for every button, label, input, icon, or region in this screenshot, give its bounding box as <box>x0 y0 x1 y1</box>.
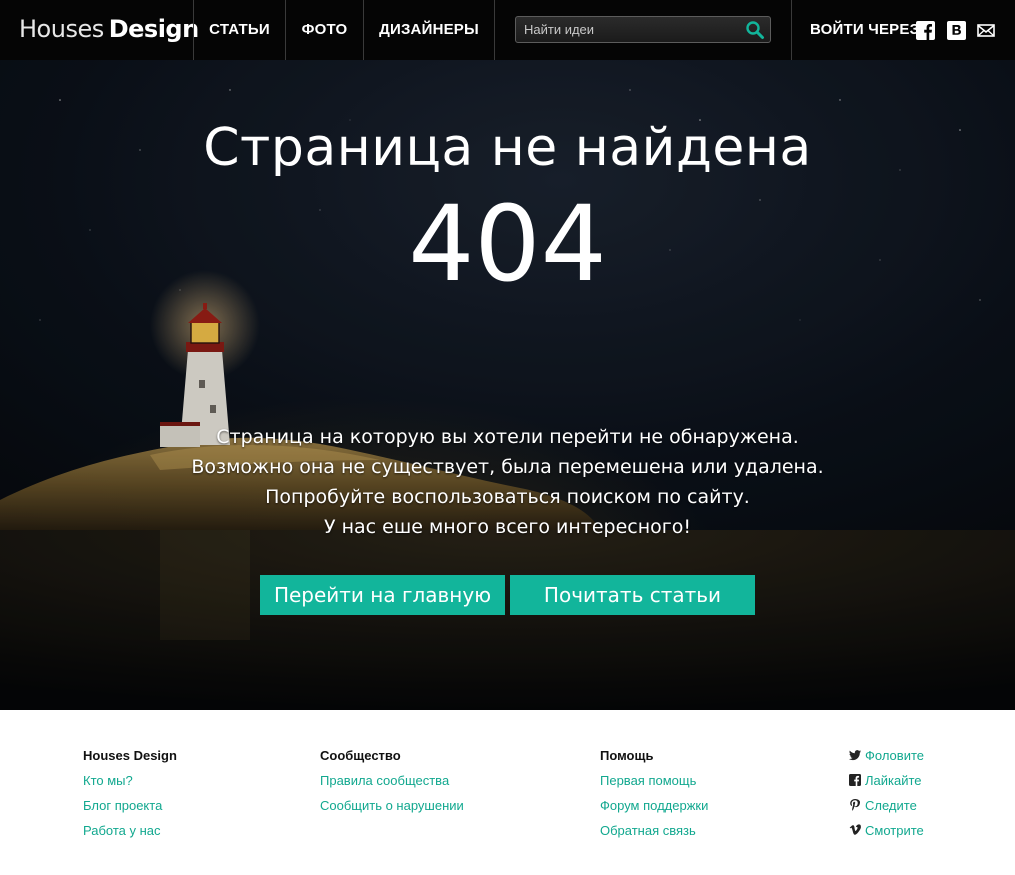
error-message-line: Возможно она не существует, была перемеш… <box>191 456 824 478</box>
footer-social-label: Смотрите <box>865 823 924 838</box>
footer-social-facebook[interactable]: Лайкайте <box>849 773 924 798</box>
footer-social-label: Следите <box>865 798 917 813</box>
search-box <box>515 16 771 43</box>
error-message-line: Попробуйте воспользоваться поиском по са… <box>265 486 750 508</box>
go-home-button[interactable]: Перейти на главную <box>260 575 505 615</box>
nav-item-articles[interactable]: СТАТЬИ <box>194 0 285 60</box>
page-title: Страница не найдена <box>203 118 812 178</box>
footer-social-twitter[interactable]: Фоловите <box>849 748 924 773</box>
footer-link-report[interactable]: Сообщить о нарушении <box>320 798 464 823</box>
footer-link-rules[interactable]: Правила сообщества <box>320 773 464 798</box>
error-message-line: У нас еше много всего интересного! <box>324 516 691 538</box>
facebook-icon[interactable] <box>916 21 935 40</box>
footer-social-label: Фоловите <box>865 748 924 763</box>
footer-social-vimeo[interactable]: Смотрите <box>849 823 924 848</box>
footer-link-jobs[interactable]: Работа у нас <box>83 823 177 848</box>
footer-column-help: Помощь Первая помощь Форум поддержки Обр… <box>600 748 708 848</box>
search-input[interactable] <box>516 17 738 42</box>
footer-heading: Houses Design <box>83 748 177 763</box>
nav-item-photo[interactable]: ФОТО <box>286 0 363 60</box>
search-icon[interactable] <box>745 20 765 40</box>
logo-text-bold: Design <box>108 15 199 43</box>
mail-icon[interactable] <box>977 21 995 40</box>
read-articles-button[interactable]: Почитать статьи <box>510 575 755 615</box>
twitter-icon <box>849 750 861 761</box>
site-footer: Houses Design Кто мы? Блог проекта Работ… <box>0 710 1015 875</box>
vimeo-icon <box>849 824 861 835</box>
footer-link-blog[interactable]: Блог проекта <box>83 798 177 823</box>
footer-link-first-aid[interactable]: Первая помощь <box>600 773 708 798</box>
footer-social-label: Лайкайте <box>865 773 922 788</box>
error-message-line: Страница на которую вы хотели перейти не… <box>216 426 799 448</box>
footer-column-about: Houses Design Кто мы? Блог проекта Работ… <box>83 748 177 848</box>
login-via-label: ВОЙТИ ЧЕРЕЗ <box>810 21 920 38</box>
footer-heading: Сообщество <box>320 748 401 763</box>
error-code: 404 <box>408 183 607 305</box>
facebook-icon <box>849 774 861 786</box>
footer-link-support-forum[interactable]: Форум поддержки <box>600 798 708 823</box>
top-navigation-bar: HousesDesign СТАТЬИ ФОТО ДИЗАЙНЕРЫ ВОЙТИ… <box>0 0 1015 60</box>
logo-text-light: Houses <box>19 15 104 43</box>
footer-column-community: Сообщество Правила сообщества Сообщить о… <box>320 748 464 823</box>
nav-divider <box>791 0 792 60</box>
nav-item-designers[interactable]: ДИЗАЙНЕРЫ <box>364 0 494 60</box>
footer-link-feedback[interactable]: Обратная связь <box>600 823 708 848</box>
nav-divider <box>494 0 495 60</box>
site-logo[interactable]: Houses Design <box>19 14 199 44</box>
pinterest-icon <box>850 799 861 811</box>
footer-column-social: Фоловите Лайкайте Следите Смотрите <box>849 748 924 848</box>
vk-icon[interactable] <box>947 21 966 40</box>
error-hero: Страница не найдена 404 Страница на кото… <box>0 60 1015 710</box>
footer-link-who-we-are[interactable]: Кто мы? <box>83 773 177 798</box>
footer-heading: Помощь <box>600 748 654 763</box>
footer-social-pinterest[interactable]: Следите <box>849 798 924 823</box>
